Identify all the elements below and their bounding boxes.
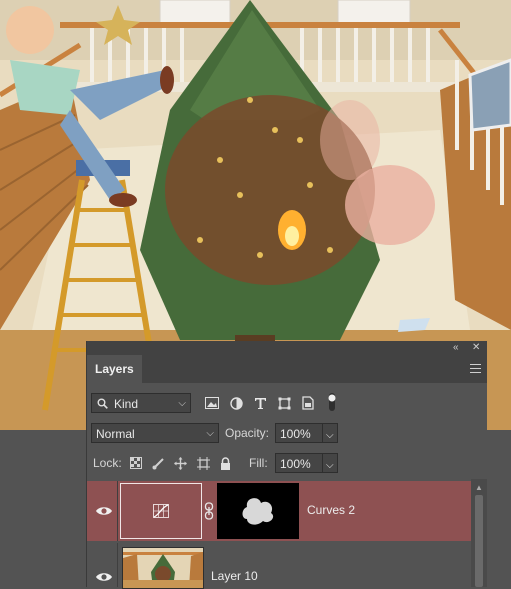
image-filter-icon[interactable]: [203, 394, 221, 412]
layer-mask-thumbnail[interactable]: [217, 483, 299, 539]
blend-mode-value: Normal: [96, 427, 135, 441]
fill-label: Fill:: [249, 456, 268, 470]
layers-panel: « ✕ Layers Kind ⌵ Normal ⌵ Opacity: 100%…: [86, 341, 487, 589]
lock-transparent-pixels-icon[interactable]: [127, 454, 145, 472]
panel-menu-icon[interactable]: [470, 364, 481, 373]
lock-label: Lock:: [93, 456, 122, 470]
opacity-label: Opacity:: [225, 426, 270, 440]
chevron-down-icon: ⌵: [326, 430, 334, 441]
filter-kind-dropdown[interactable]: Kind ⌵: [91, 393, 191, 413]
layers-scrollbar[interactable]: ▲: [471, 479, 487, 587]
fill-input[interactable]: 100%: [275, 453, 323, 473]
opacity-value: 100%: [280, 427, 311, 441]
scroll-up-icon[interactable]: ▲: [475, 483, 483, 492]
panel-tab-row: Layers: [87, 355, 487, 383]
adjustment-filter-icon[interactable]: [227, 394, 245, 412]
lock-artboard-icon[interactable]: [194, 454, 212, 472]
layer-name[interactable]: Layer 10: [211, 569, 258, 583]
chevron-down-icon: ⌵: [178, 398, 186, 409]
panel-dock-bar: « ✕: [87, 341, 487, 355]
layer-thumbnail[interactable]: [122, 547, 204, 589]
adjustment-layer-thumbnail[interactable]: [120, 483, 202, 539]
filter-row: Kind ⌵: [87, 391, 487, 415]
layer-name[interactable]: Curves 2: [307, 503, 355, 517]
opacity-dropdown-button[interactable]: ⌵: [322, 423, 338, 443]
lock-image-pixels-icon[interactable]: [149, 454, 167, 472]
type-filter-icon[interactable]: [251, 394, 269, 412]
lock-position-icon[interactable]: [171, 454, 189, 472]
fill-dropdown-button[interactable]: ⌵: [322, 453, 338, 473]
curves-adjustment-icon: [153, 504, 169, 518]
filter-toggle-icon[interactable]: [323, 393, 341, 411]
visibility-eye-icon[interactable]: [95, 504, 113, 518]
filter-kind-label: Kind: [114, 397, 139, 411]
blend-row: Normal ⌵ Opacity: 100% ⌵: [87, 421, 487, 445]
search-icon: [97, 398, 108, 409]
chevron-down-icon: ⌵: [206, 428, 214, 439]
layer-row-layer-10[interactable]: Layer 10: [87, 543, 471, 589]
mask-shape: [242, 498, 274, 525]
fill-value: 100%: [280, 457, 311, 471]
close-panel-button[interactable]: ✕: [472, 342, 480, 354]
collapse-panel-button[interactable]: «: [453, 342, 459, 354]
blend-mode-dropdown[interactable]: Normal ⌵: [91, 423, 219, 443]
tab-layers[interactable]: Layers: [87, 355, 142, 383]
opacity-input[interactable]: 100%: [275, 423, 323, 443]
lock-row: Lock: Fill: 100% ⌵: [87, 451, 487, 475]
link-chain-icon[interactable]: [204, 502, 214, 520]
shape-filter-icon[interactable]: [275, 394, 293, 412]
scrollbar-thumb[interactable]: [475, 495, 483, 587]
layers-list: Curves 2 Layer 10: [87, 479, 471, 589]
layer-row-curves-2[interactable]: Curves 2: [87, 481, 471, 541]
smart-object-filter-icon[interactable]: [299, 394, 317, 412]
chevron-down-icon: ⌵: [326, 460, 334, 471]
visibility-eye-icon[interactable]: [95, 570, 113, 584]
lock-all-icon[interactable]: [216, 454, 234, 472]
